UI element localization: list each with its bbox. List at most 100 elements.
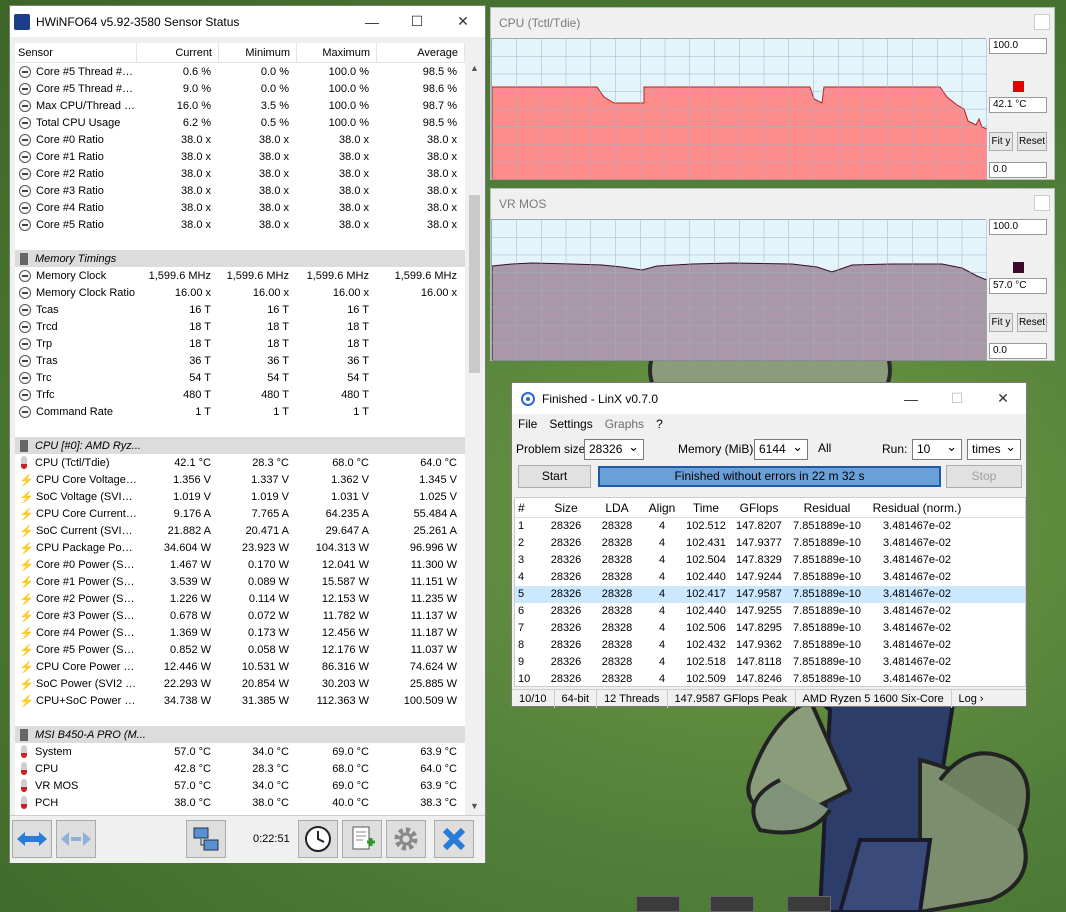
close-icon[interactable] bbox=[1034, 195, 1050, 211]
sensor-row[interactable]: Core #5 Ratio 38.0 x 38.0 x 38.0 x 38.0 x bbox=[15, 216, 465, 233]
column-header[interactable]: LDA bbox=[591, 498, 643, 518]
sensor-row[interactable]: Trp 18 T 18 T 18 T bbox=[15, 335, 465, 352]
sensor-row[interactable]: ⚡ Core #2 Power (SMU) 1.226 W 0.114 W 12.153… bbox=[15, 590, 465, 607]
menu-help[interactable]: ? bbox=[650, 414, 669, 434]
sensor-row[interactable]: CPU 42.8 °C 28.3 °C 68.0 °C 64.0 °C bbox=[15, 760, 465, 777]
graph-min-field[interactable]: 0.0 bbox=[989, 162, 1047, 178]
sensor-row[interactable]: ⚡ CPU Core Power (S... 12.446 W 10.531 W 86.… bbox=[15, 658, 465, 675]
fit-y-button[interactable]: Fit y bbox=[989, 313, 1013, 332]
log-button[interactable]: Log › bbox=[952, 690, 991, 708]
sensor-row[interactable]: Core #5 Thread #0... 0.6 % 0.0 % 100.0 % 98.… bbox=[15, 63, 465, 80]
column-header[interactable]: GFlops bbox=[731, 498, 787, 518]
sensor-row[interactable]: Trc 54 T 54 T 54 T bbox=[15, 369, 465, 386]
sensor-row[interactable]: Command Rate 1 T 1 T 1 T bbox=[15, 403, 465, 420]
sensor-row[interactable]: ⚡ Core #5 Power (SMU) 0.852 W 0.058 W 12.176… bbox=[15, 641, 465, 658]
sensor-row[interactable]: System 57.0 °C 34.0 °C 69.0 °C 63.9 °C bbox=[15, 743, 465, 760]
sensor-row[interactable]: ⚡ Core #4 Power (SMU) 1.369 W 0.173 W 12.456… bbox=[15, 624, 465, 641]
result-row[interactable]: 10 28326 28328 4 102.509 147.8246 7.851889e-10… bbox=[515, 671, 1025, 688]
maximize-icon[interactable]: ☐ bbox=[934, 383, 980, 414]
sensor-row[interactable]: VR MOS 57.0 °C 34.0 °C 69.0 °C 63.9 °C bbox=[15, 777, 465, 794]
sensor-row[interactable]: Core #2 Ratio 38.0 x 38.0 x 38.0 x 38.0 x bbox=[15, 165, 465, 182]
sensor-row[interactable]: ⚡ CPU Package Powe... 34.604 W 23.923 W 104.… bbox=[15, 539, 465, 556]
sensor-row[interactable]: Core #3 Ratio 38.0 x 38.0 x 38.0 x 38.0 x bbox=[15, 182, 465, 199]
sensor-row[interactable]: Trcd 18 T 18 T 18 T bbox=[15, 318, 465, 335]
linx-titlebar[interactable]: Finished - LinX v0.7.0 — ☐ ✕ bbox=[512, 383, 1026, 414]
result-row[interactable]: 3 28326 28328 4 102.504 147.8329 7.851889e-10 3… bbox=[515, 552, 1025, 569]
run-unit-select[interactable]: times bbox=[967, 437, 1021, 460]
column-header[interactable]: Residual bbox=[787, 498, 867, 518]
sensor-row[interactable]: Core #1 Ratio 38.0 x 38.0 x 38.0 x 38.0 x bbox=[15, 148, 465, 165]
column-header[interactable]: # bbox=[515, 498, 541, 518]
stop-button[interactable]: Stop bbox=[946, 465, 1022, 488]
close-icon[interactable]: ✕ bbox=[980, 383, 1026, 414]
column-header[interactable]: Average bbox=[377, 43, 465, 63]
sensor-scrollbar[interactable]: ▲ ▼ bbox=[466, 63, 483, 815]
reset-button[interactable]: Reset bbox=[1017, 132, 1047, 151]
sensor-row[interactable]: ⚡ CPU Core Voltage (... 1.356 V 1.337 V 1.36… bbox=[15, 471, 465, 488]
sensor-row[interactable]: Tcas 16 T 16 T 16 T bbox=[15, 301, 465, 318]
close-icon[interactable]: ✕ bbox=[440, 6, 486, 37]
hwinfo-titlebar[interactable]: HWiNFO64 v5.92-3580 Sensor Status — ☐ ✕ bbox=[10, 6, 485, 37]
sensor-group-header[interactable]: CPU [#0]: AMD Ryz... bbox=[15, 437, 465, 454]
column-header[interactable]: Sensor bbox=[15, 43, 137, 63]
sensor-group-header[interactable]: Memory Timings bbox=[15, 250, 465, 267]
column-header[interactable]: Maximum bbox=[297, 43, 377, 63]
taskbar-icon[interactable] bbox=[636, 896, 680, 912]
result-row[interactable]: 5 28326 28328 4 102.417 147.9587 7.851889e-10 3… bbox=[515, 586, 1025, 603]
sensor-row[interactable]: Memory Clock 1,599.6 MHz 1,599.6 MHz 1,599.… bbox=[15, 267, 465, 284]
graph-max-field[interactable]: 100.0 bbox=[989, 38, 1047, 54]
reset-button[interactable]: Reset bbox=[1017, 313, 1047, 332]
run-count-select[interactable]: 10 bbox=[912, 437, 962, 460]
minimize-icon[interactable]: — bbox=[888, 383, 934, 414]
sensor-row[interactable]: Total CPU Usage 6.2 % 0.5 % 100.0 % 98.5 % bbox=[15, 114, 465, 131]
graph-color-swatch[interactable] bbox=[1013, 81, 1024, 92]
result-row[interactable]: 7 28326 28328 4 102.506 147.8295 7.851889e-10 3… bbox=[515, 620, 1025, 637]
sensor-row[interactable]: ⚡ Core #1 Power (SMU) 3.539 W 0.089 W 15.587… bbox=[15, 573, 465, 590]
scrollbar-thumb[interactable] bbox=[469, 195, 480, 373]
result-row[interactable]: 6 28326 28328 4 102.440 147.9255 7.851889e-10 3… bbox=[515, 603, 1025, 620]
result-row[interactable]: 8 28326 28328 4 102.432 147.9362 7.851889e-10 3… bbox=[515, 637, 1025, 654]
sensor-row[interactable]: ⚡ CPU Core Current (... 9.176 A 7.765 A 64.2… bbox=[15, 505, 465, 522]
result-row[interactable]: 1 28326 28328 4 102.512 147.8207 7.851889e-10 3… bbox=[515, 518, 1025, 535]
graph-color-swatch[interactable] bbox=[1013, 262, 1024, 273]
network-icon[interactable] bbox=[186, 820, 226, 858]
sensor-row[interactable]: Max CPU/Thread U... 16.0 % 3.5 % 100.0 % 98.… bbox=[15, 97, 465, 114]
result-row[interactable]: 2 28326 28328 4 102.431 147.9377 7.851889e-10 3… bbox=[515, 535, 1025, 552]
memory-select[interactable]: 6144 bbox=[754, 437, 808, 460]
all-checkbox-label[interactable]: All bbox=[818, 441, 831, 455]
graph-max-field[interactable]: 100.0 bbox=[989, 219, 1047, 235]
result-row[interactable]: 4 28326 28328 4 102.440 147.9244 7.851889e-10 3… bbox=[515, 569, 1025, 586]
column-header[interactable]: Size bbox=[541, 498, 591, 518]
column-header[interactable]: Align bbox=[643, 498, 681, 518]
sensor-row[interactable]: ⚡ CPU+SoC Power (S... 34.738 W 31.385 W 112.… bbox=[15, 692, 465, 709]
column-header[interactable]: Current bbox=[137, 43, 219, 63]
sensor-row[interactable]: ⚡ Core #0 Power (SMU) 1.467 W 0.170 W 12.041… bbox=[15, 556, 465, 573]
sensor-row[interactable]: PCH 38.0 °C 38.0 °C 40.0 °C 38.3 °C bbox=[15, 794, 465, 811]
sensor-row[interactable]: Core #0 Ratio 38.0 x 38.0 x 38.0 x 38.0 x bbox=[15, 131, 465, 148]
scroll-up-icon[interactable]: ▲ bbox=[466, 63, 483, 77]
maximize-icon[interactable]: ☐ bbox=[394, 6, 440, 37]
clock-icon[interactable] bbox=[298, 820, 338, 858]
menu-file[interactable]: File bbox=[512, 414, 543, 434]
column-header[interactable]: Time bbox=[681, 498, 731, 518]
sensor-row[interactable]: CPU (Tctl/Tdie) 42.1 °C 28.3 °C 68.0 °C 64.0… bbox=[15, 454, 465, 471]
sensor-row[interactable]: ⚡SoC Power (SVI2 TFN) 22.293 W 20.854 W 30.… bbox=[15, 675, 465, 692]
close-x-icon[interactable] bbox=[434, 820, 474, 858]
sensor-row[interactable]: Tras 36 T 36 T 36 T bbox=[15, 352, 465, 369]
report-add-icon[interactable] bbox=[342, 820, 382, 858]
taskbar-icon[interactable] bbox=[710, 896, 754, 912]
sensor-row[interactable]: ⚡ SoC Voltage (SVI2 ... 1.019 V 1.019 V 1.03… bbox=[15, 488, 465, 505]
sensor-row[interactable]: Memory Clock Ratio 16.00 x 16.00 x 16.00 x 1… bbox=[15, 284, 465, 301]
sensor-row[interactable]: Trfc 480 T 480 T 480 T bbox=[15, 386, 465, 403]
arrows-left-right-icon[interactable] bbox=[12, 820, 52, 858]
sensor-row[interactable]: ⚡ Core #3 Power (SMU) 0.678 W 0.072 W 11.782… bbox=[15, 607, 465, 624]
menu-settings[interactable]: Settings bbox=[543, 414, 598, 434]
sensor-row[interactable]: Core #5 Thread #1... 9.0 % 0.0 % 100.0 % 98.… bbox=[15, 80, 465, 97]
column-header[interactable]: Minimum bbox=[219, 43, 297, 63]
sensor-row[interactable]: Core #4 Ratio 38.0 x 38.0 x 38.0 x 38.0 x bbox=[15, 199, 465, 216]
fit-y-button[interactable]: Fit y bbox=[989, 132, 1013, 151]
result-row[interactable]: 9 28326 28328 4 102.518 147.8118 7.851889e-10 3… bbox=[515, 654, 1025, 671]
close-icon[interactable] bbox=[1034, 14, 1050, 30]
graph-min-field[interactable]: 0.0 bbox=[989, 343, 1047, 359]
sensor-row[interactable]: ⚡ SoC Current (SVI2 ... 21.882 A 20.471 A 29… bbox=[15, 522, 465, 539]
